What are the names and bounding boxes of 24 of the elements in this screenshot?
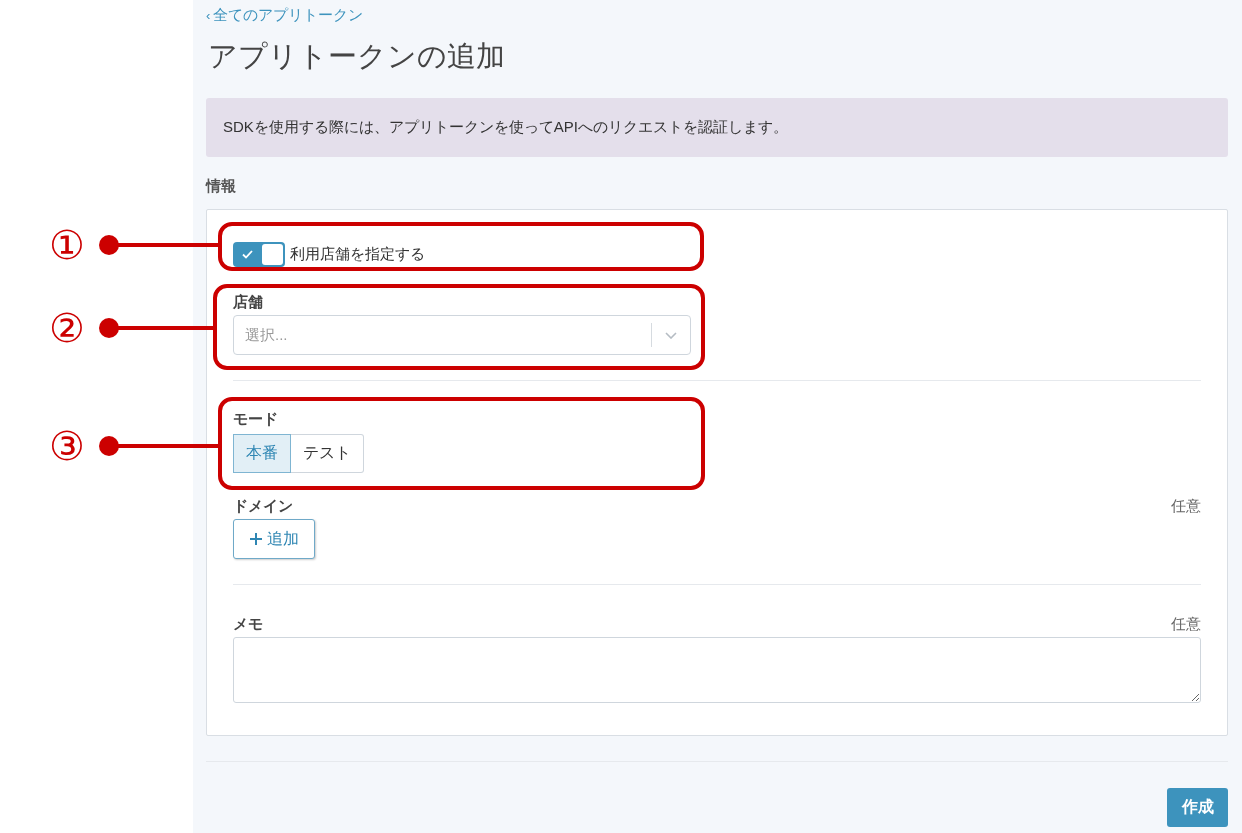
create-button[interactable]: 作成	[1167, 788, 1228, 827]
field-label: ドメイン	[233, 496, 293, 516]
field-label: モード	[233, 409, 279, 429]
field-label: メモ	[233, 614, 263, 634]
add-domain-button[interactable]: 追加	[233, 519, 315, 559]
optional-label: 任意	[1171, 496, 1201, 516]
field-label: 店舗	[233, 292, 264, 312]
plus-icon	[249, 532, 263, 546]
mode-tab[interactable]: 本番	[233, 434, 291, 473]
callout-number: ③	[48, 424, 86, 468]
check-icon	[242, 250, 253, 259]
toggle-label: 利用店舗を指定する	[290, 245, 425, 264]
info-notice: SDKを使用する際には、アプリトークンを使ってAPIへのリクエストを認証します。	[206, 98, 1228, 157]
mode-tab[interactable]: テスト	[291, 434, 364, 473]
section-title: 情報	[206, 177, 237, 196]
store-select[interactable]: 選択...	[233, 315, 691, 355]
back-link[interactable]: ‹ 全てのアプリトークン	[206, 4, 1228, 26]
toggle-switch[interactable]	[233, 242, 285, 267]
optional-label: 任意	[1171, 614, 1201, 634]
callout-number: ①	[48, 223, 86, 267]
chevron-down-icon	[665, 331, 677, 339]
callout-number: ②	[48, 306, 86, 350]
page-title: アプリトークンの追加	[208, 39, 506, 74]
memo-field[interactable]	[233, 637, 1201, 703]
